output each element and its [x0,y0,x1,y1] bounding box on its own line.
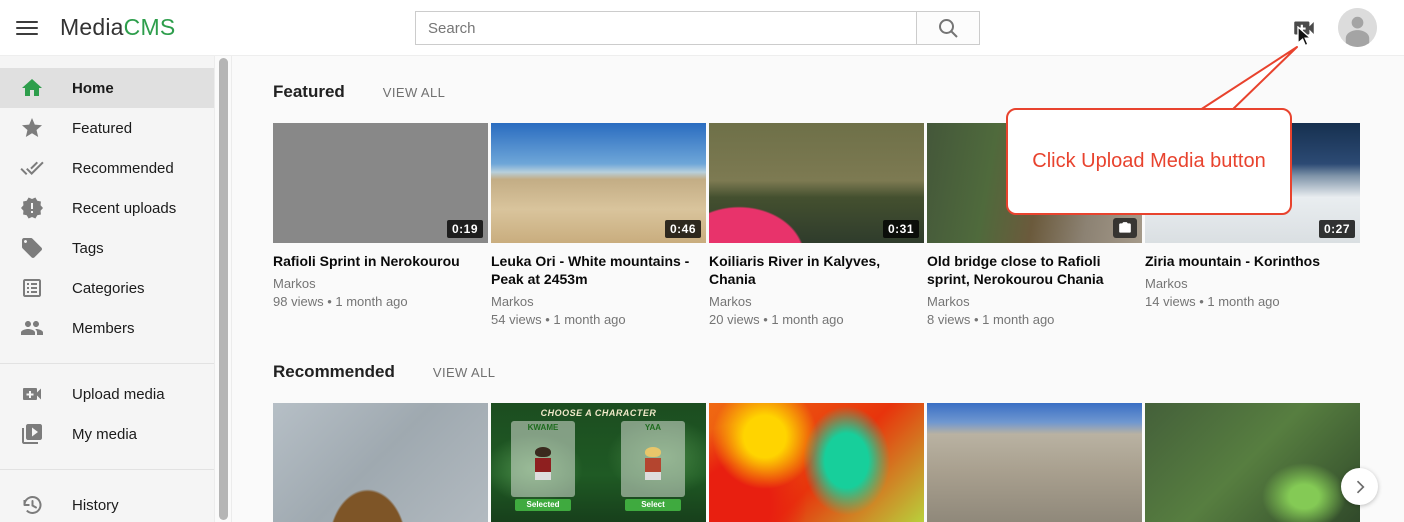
video-thumbnail[interactable] [1145,403,1360,522]
video-meta: 14 views • 1 month ago [1145,294,1360,310]
menu-icon[interactable] [16,17,38,39]
duration-badge: 0:27 [1319,220,1355,238]
recommended-view-all-link[interactable]: VIEW ALL [433,365,495,380]
video-meta: 20 views • 1 month ago [709,312,924,328]
annotation-text: Click Upload Media button [1032,150,1265,173]
video-author[interactable]: Markos [1145,276,1360,292]
logo-text-cms: CMS [124,14,176,40]
recommended-section-header: Recommended VIEW ALL [273,362,1404,382]
sidebar-scrollbar-thumb[interactable] [219,58,228,520]
chevron-right-icon [1350,477,1370,497]
sidebar-item-categories[interactable]: Categories [0,268,214,308]
search-input[interactable] [415,11,917,45]
sidebar-item-featured[interactable]: Featured [0,108,214,148]
duration-badge: 0:46 [665,220,701,238]
logo-text-media: Media [60,14,124,40]
new-releases-icon [20,196,44,220]
sidebar-item-upload-media[interactable]: Upload media [0,374,214,414]
user-avatar[interactable] [1338,8,1377,47]
video-title[interactable]: Koiliaris River in Kalyves, Chania [709,252,919,288]
app-logo[interactable]: MediaCMS [60,14,175,41]
upload-media-icon[interactable] [1290,15,1318,41]
video-thumbnail[interactable]: CHOOSE A CHARACTER KWAME YAA Selected Se… [491,403,706,522]
star-icon [20,116,44,140]
video-meta: 98 views • 1 month ago [273,294,488,310]
home-icon [20,76,44,100]
sidebar-item-recent-uploads[interactable]: Recent uploads [0,188,214,228]
camera-icon [1118,221,1132,235]
video-thumbnail[interactable] [709,403,924,522]
video-title[interactable]: Ziria mountain - Korinthos [1145,252,1355,270]
sidebar-item-label: Tags [72,240,104,257]
video-author[interactable]: Markos [709,294,924,310]
character-panel: KWAME [511,421,575,497]
media-card[interactable] [709,403,924,522]
categories-icon [20,276,44,300]
sidebar-item-label: Recommended [72,160,174,177]
photo-badge [1113,218,1137,238]
person-icon [1338,8,1377,47]
sidebar-scrollbar-track [214,56,232,522]
carousel-next-button[interactable] [1341,468,1378,505]
video-title[interactable]: Old bridge close to Rafioli sprint, Nero… [927,252,1137,288]
sidebar-item-label: Featured [72,120,132,137]
video-library-icon [20,422,44,446]
video-thumbnail[interactable]: 0:31 [709,123,924,243]
sidebar-item-label: Recent uploads [72,200,176,217]
featured-section-header: Featured VIEW ALL [273,82,1404,102]
video-author[interactable]: Markos [927,294,1142,310]
sidebar-item-recommended[interactable]: Recommended [0,148,214,188]
media-card[interactable] [273,403,488,522]
sidebar-item-members[interactable]: Members [0,308,214,348]
character-panel: YAA [621,421,685,497]
sidebar-item-label: History [72,497,119,514]
video-meta: 54 views • 1 month ago [491,312,706,328]
video-meta: 8 views • 1 month ago [927,312,1142,328]
duration-badge: 0:31 [883,220,919,238]
media-card[interactable] [927,403,1142,522]
media-card[interactable] [1145,403,1360,522]
double-check-icon [20,156,44,180]
sidebar-item-history[interactable]: History [0,485,214,522]
sidebar-item-my-media[interactable]: My media [0,414,214,454]
annotation-tooltip: Click Upload Media button [1006,108,1292,215]
sidebar-item-home[interactable]: Home [0,68,214,108]
search-bar [415,11,980,45]
history-icon [20,493,44,517]
video-thumbnail[interactable] [927,403,1142,522]
section-title: Recommended [273,362,395,382]
media-card[interactable]: 0:31 Koiliaris River in Kalyves, Chania … [709,123,924,338]
media-card[interactable]: 0:19 Rafioli Sprint in Nerokourou Markos… [273,123,488,338]
featured-view-all-link[interactable]: VIEW ALL [383,85,445,100]
video-thumbnail[interactable] [273,403,488,522]
sidebar-item-label: Home [72,80,114,97]
video-thumbnail[interactable]: 0:19 [273,123,488,243]
section-title: Featured [273,82,345,102]
recommended-row: CHOOSE A CHARACTER KWAME YAA Selected Se… [273,403,1404,522]
tag-icon [20,236,44,260]
sidebar-item-tags[interactable]: Tags [0,228,214,268]
sidebar-item-label: My media [72,426,137,443]
sidebar: Home Featured Recommended Recent uploads… [0,56,214,522]
thumbnail-caption: CHOOSE A CHARACTER [491,408,706,418]
video-author[interactable]: Markos [273,276,488,292]
video-author[interactable]: Markos [491,294,706,310]
upload-media-icon [20,382,44,406]
sidebar-item-label: Upload media [72,386,165,403]
sidebar-item-label: Categories [72,280,145,297]
video-title[interactable]: Leuka Ori - White mountains - Peak at 24… [491,252,701,288]
search-icon [936,16,960,40]
video-thumbnail[interactable]: 0:46 [491,123,706,243]
sidebar-item-label: Members [72,320,135,337]
media-card[interactable]: 0:46 Leuka Ori - White mountains - Peak … [491,123,706,338]
search-button[interactable] [917,11,980,45]
members-icon [20,316,44,340]
media-card[interactable]: CHOOSE A CHARACTER KWAME YAA Selected Se… [491,403,706,522]
top-app-bar: MediaCMS [0,0,1404,56]
video-title[interactable]: Rafioli Sprint in Nerokourou [273,252,483,270]
duration-badge: 0:19 [447,220,483,238]
